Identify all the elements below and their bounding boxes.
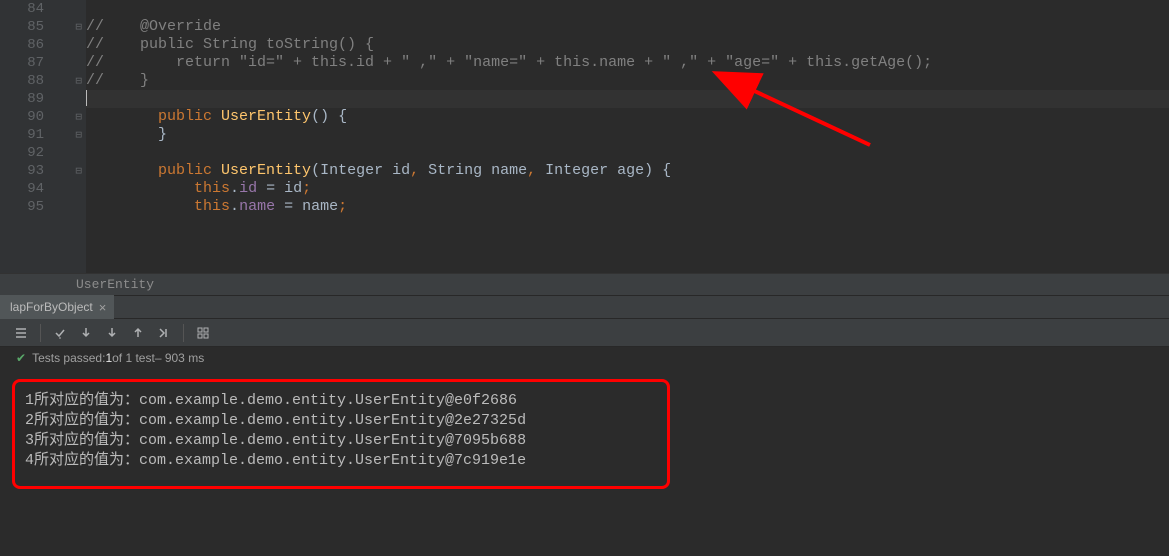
code-line[interactable]: this.id = id;: [86, 180, 1169, 198]
code-line[interactable]: // }: [86, 72, 1169, 90]
line-number: 89: [0, 91, 52, 107]
line-number: 86: [0, 37, 52, 53]
code-line[interactable]: this.name = name;: [86, 198, 1169, 216]
fold-end-icon[interactable]: ⊟: [75, 128, 82, 142]
fold-marker-icon[interactable]: ⊟: [75, 20, 82, 34]
line-number: 94: [0, 181, 52, 197]
test-toolbar: [0, 319, 1169, 347]
expand-all-button[interactable]: [10, 322, 32, 344]
check-icon: ✔: [16, 351, 26, 365]
export-button[interactable]: [127, 322, 149, 344]
line-number: 88: [0, 73, 52, 89]
code-line[interactable]: }: [86, 126, 1169, 144]
code-line[interactable]: // public String toString() {: [86, 36, 1169, 54]
fold-marker-icon[interactable]: ⊟: [75, 164, 82, 178]
separator: [40, 324, 41, 342]
status-count: 1: [105, 351, 112, 365]
line-number-gutter: 84 85 ⊟ 86 87 88 ⊟ 89 90 ⊟ 91 ⊟ 92 93 ⊟ 94 95: [0, 0, 86, 273]
code-line[interactable]: // @Override: [86, 18, 1169, 36]
line-number: 87: [0, 55, 52, 71]
status-text: of 1 test: [112, 351, 155, 365]
code-line[interactable]: [86, 144, 1169, 162]
rerun-failed-button[interactable]: [101, 322, 123, 344]
run-tab[interactable]: lapForByObject ×: [0, 295, 114, 319]
run-tab-bar: lapForByObject ×: [0, 295, 1169, 319]
fold-marker-icon[interactable]: ⊟: [75, 110, 82, 124]
line-number: 95: [0, 199, 52, 215]
status-time: – 903 ms: [155, 351, 204, 365]
breadcrumb-item[interactable]: UserEntity: [76, 277, 154, 292]
console-line[interactable]: 2所对应的值为：com.example.demo.entity.UserEnti…: [25, 408, 657, 428]
code-line[interactable]: [86, 0, 1169, 18]
line-number: 93: [0, 163, 52, 179]
code-area[interactable]: // @Override // public String toString()…: [86, 0, 1169, 273]
line-number: 91: [0, 127, 52, 143]
test-status-bar: ✔ Tests passed: 1 of 1 test – 903 ms: [0, 347, 1169, 369]
highlighted-output: 1所对应的值为：com.example.demo.entity.UserEnti…: [12, 379, 670, 489]
line-number: 85: [0, 19, 52, 35]
breadcrumb[interactable]: UserEntity: [0, 273, 1169, 295]
caret: [86, 90, 87, 106]
show-ignored-button[interactable]: [75, 322, 97, 344]
settings-button[interactable]: [192, 322, 214, 344]
import-button[interactable]: [153, 322, 175, 344]
fold-end-icon[interactable]: ⊟: [75, 74, 82, 88]
show-passed-button[interactable]: [49, 322, 71, 344]
line-number: 92: [0, 145, 52, 161]
code-line[interactable]: // return "id=" + this.id + " ," + "name…: [86, 54, 1169, 72]
console-line[interactable]: 4所对应的值为：com.example.demo.entity.UserEnti…: [25, 448, 657, 468]
code-line[interactable]: [86, 90, 1169, 108]
code-line[interactable]: public UserEntity(Integer id, String nam…: [86, 162, 1169, 180]
console-output[interactable]: 1所对应的值为：com.example.demo.entity.UserEnti…: [0, 369, 1169, 555]
code-line[interactable]: public UserEntity() {: [86, 108, 1169, 126]
code-editor[interactable]: 84 85 ⊟ 86 87 88 ⊟ 89 90 ⊟ 91 ⊟ 92 93 ⊟ 94 95…: [0, 0, 1169, 273]
console-line[interactable]: 1所对应的值为：com.example.demo.entity.UserEnti…: [25, 388, 657, 408]
console-line[interactable]: 3所对应的值为：com.example.demo.entity.UserEnti…: [25, 428, 657, 448]
tab-label: lapForByObject: [10, 300, 93, 314]
line-number: 90: [0, 109, 52, 125]
status-text: Tests passed:: [32, 351, 105, 365]
close-icon[interactable]: ×: [99, 300, 107, 315]
separator: [183, 324, 184, 342]
line-number: 84: [0, 1, 52, 17]
